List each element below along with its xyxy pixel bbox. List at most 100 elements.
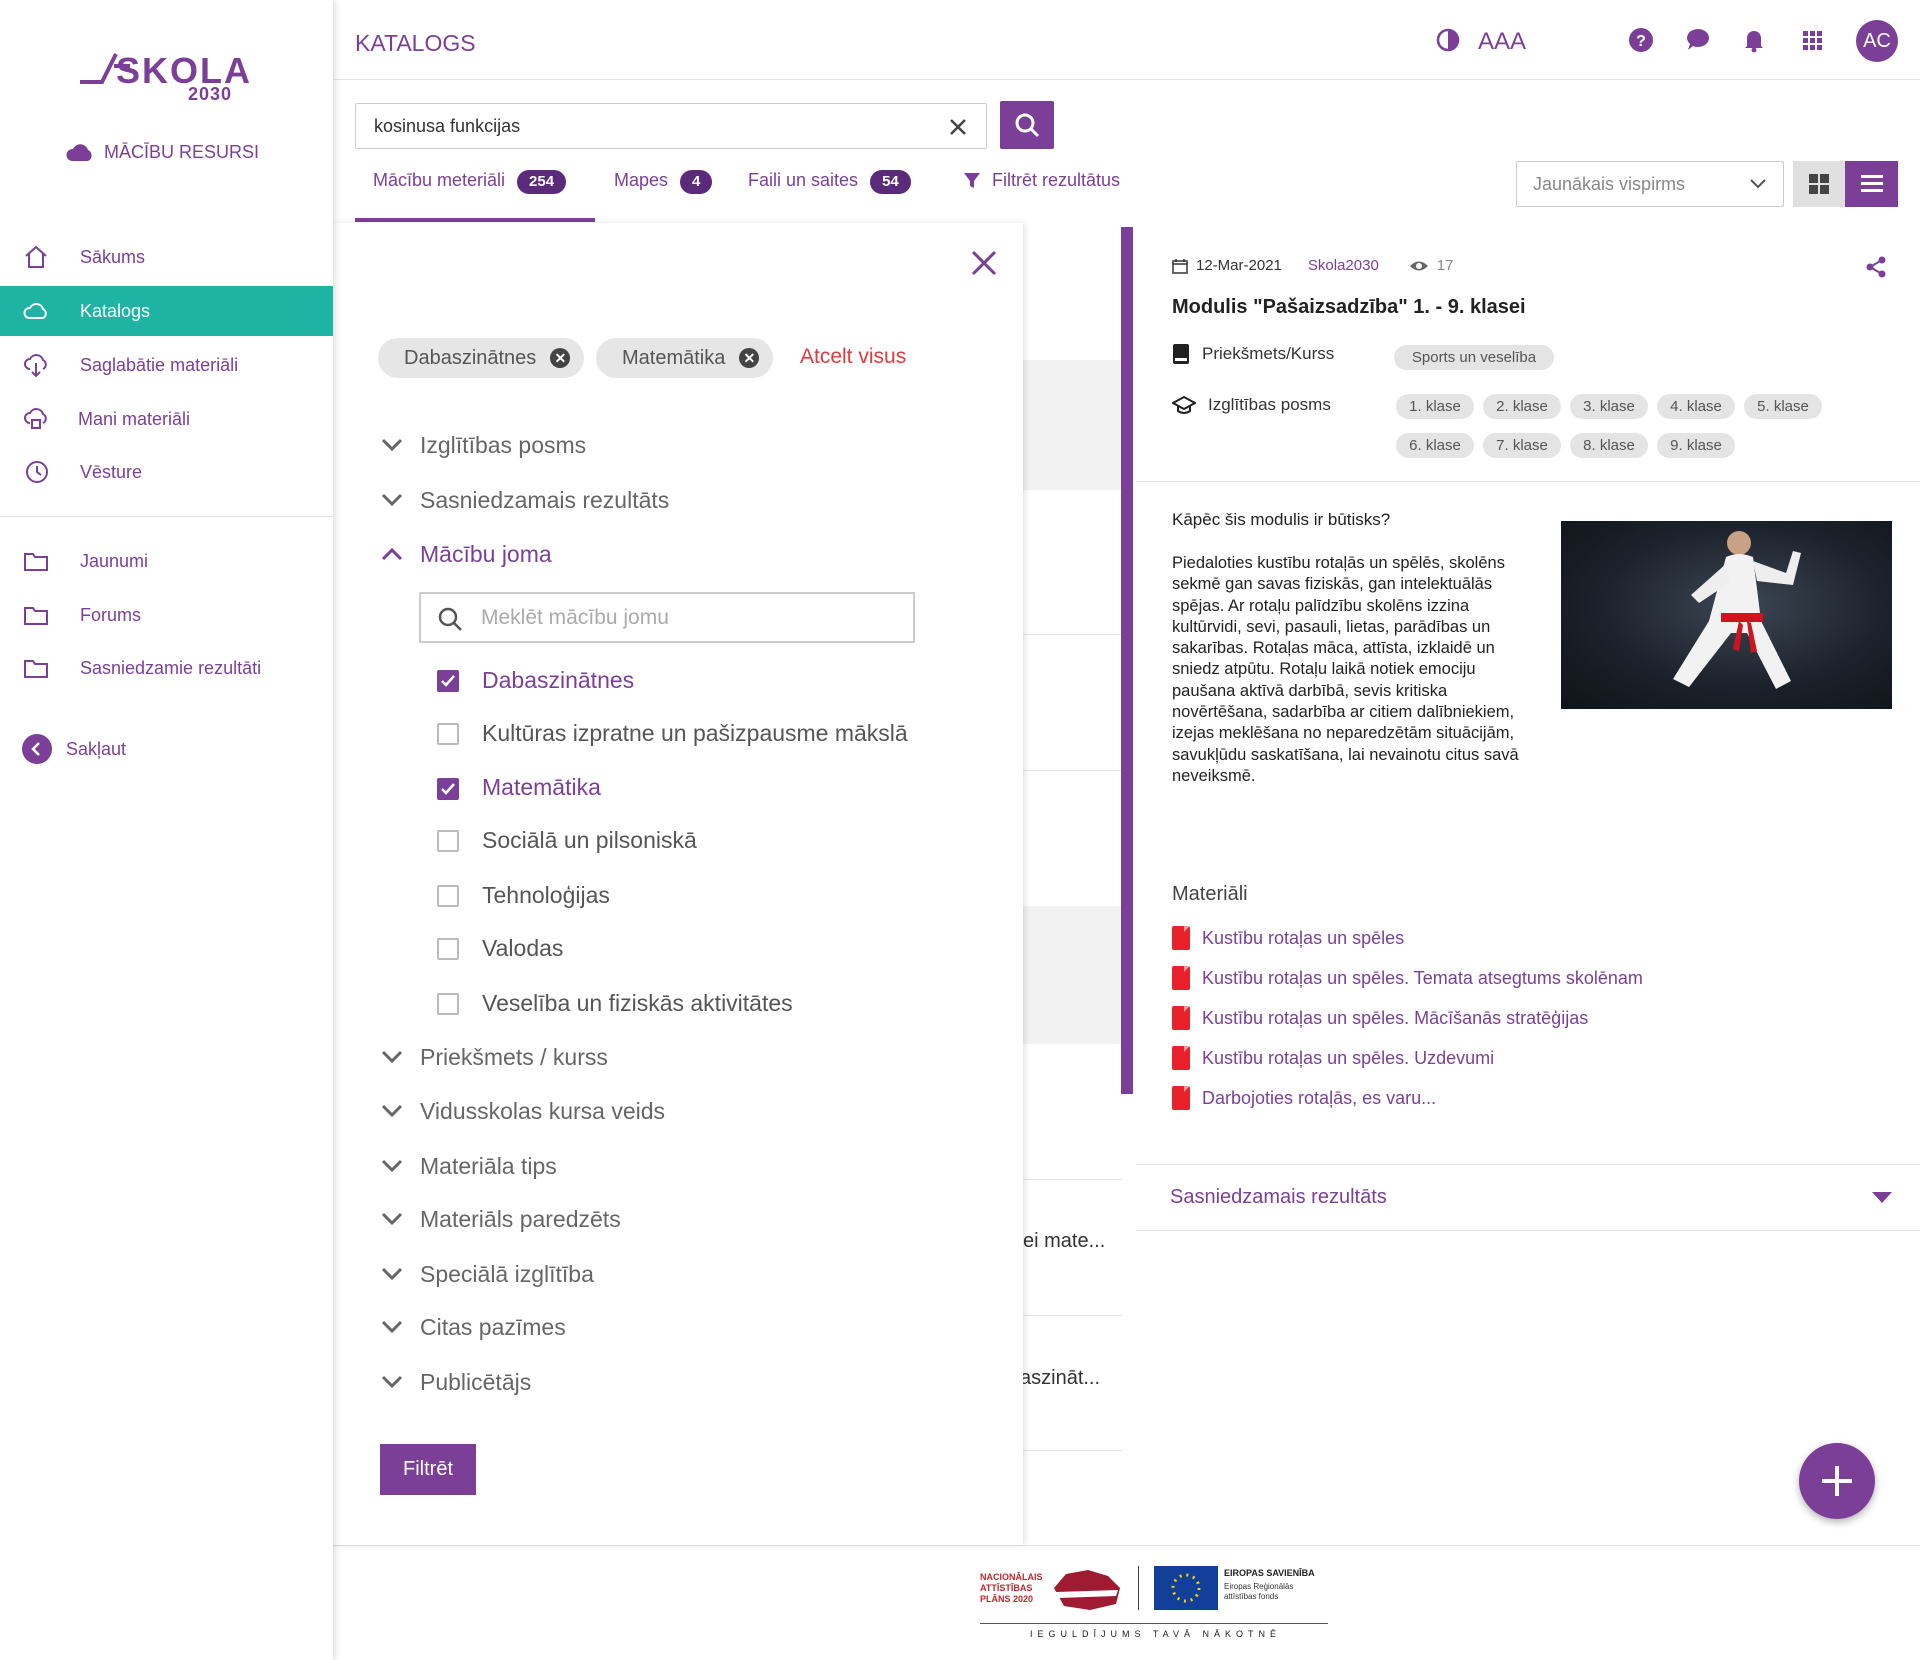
close-filter-icon[interactable] [971, 250, 997, 276]
filter-section-label: Materiāla tips [420, 1152, 557, 1179]
active-filter-chip[interactable]: Matemātika ✕ [596, 338, 774, 378]
eu-title: EIROPAS SAVIENĪBA [1224, 1568, 1315, 1578]
share-icon[interactable] [1864, 255, 1888, 279]
contrast-icon[interactable] [1433, 25, 1463, 55]
graduation-cap-icon [1172, 395, 1196, 414]
add-button[interactable] [1799, 1443, 1875, 1519]
level-pill[interactable]: 8. klase [1570, 433, 1648, 458]
detail-meta: 12-Mar-2021 Skola2030 17 [1172, 257, 1453, 274]
pdf-icon [1172, 1046, 1190, 1070]
active-filter-chip[interactable]: Dabaszinātnes ✕ [378, 338, 585, 378]
material-link[interactable]: Darbojoties rotaļās, es varu... [1172, 1084, 1436, 1112]
tab-macibu-materiali[interactable]: Mācību meteriāli 254 [373, 170, 567, 214]
font-size-button[interactable]: AAA [1478, 28, 1526, 56]
sidebar-divider [0, 516, 333, 517]
tab-mapes[interactable]: Mapes 4 [614, 170, 713, 214]
apps-grid-icon[interactable] [1797, 25, 1827, 55]
apply-filter-label: Filtrēt [403, 1458, 453, 1480]
grid-view-button[interactable] [1793, 161, 1845, 207]
sidebar-folder-label: Forums [80, 604, 142, 625]
filter-section-label: Vidusskolas kursa veids [420, 1097, 666, 1124]
sidebar-item-sakums[interactable]: Sākums [0, 232, 333, 282]
material-link-label: Kustību rotaļas un spēles [1202, 927, 1405, 948]
chevron-down-icon [381, 493, 403, 507]
material-link-label: Kustību rotaļas un spēles. Uzdevumi [1202, 1047, 1495, 1068]
footer-underline [980, 1623, 1328, 1624]
accordion-sasniedzamais[interactable]: Sasniedzamais rezultāts [1136, 1164, 1920, 1231]
remove-chip-icon[interactable]: ✕ [550, 348, 571, 368]
checkbox[interactable] [437, 885, 459, 907]
level-pill[interactable]: 3. klase [1570, 394, 1648, 419]
search-button[interactable] [1000, 101, 1054, 149]
filter-results-button[interactable]: Filtrēt rezultātus [962, 170, 1120, 214]
chat-icon[interactable] [1683, 25, 1713, 55]
level-pill[interactable]: 5. klase [1744, 394, 1822, 419]
logo[interactable]: SKOLA 2030 [74, 44, 254, 106]
filter-section-label: Citas pazīmes [420, 1313, 566, 1340]
checkbox[interactable] [437, 723, 459, 745]
level-pill[interactable]: 9. klase [1657, 433, 1735, 458]
sidebar-folder-sasniedzamie[interactable]: Sasniedzamie rezultāti [0, 643, 333, 693]
list-view-icon [1861, 175, 1883, 192]
material-link[interactable]: Kustību rotaļas un spēles. Temata atsegt… [1172, 964, 1643, 992]
sidebar-folder-jaunumi[interactable]: Jaunumi [0, 536, 333, 586]
filter-section-label: Mācību joma [420, 540, 552, 567]
filter-icon [964, 173, 980, 188]
detail-publisher[interactable]: Skola2030 [1308, 257, 1379, 274]
sidebar-folder-forums[interactable]: Forums [0, 590, 333, 640]
level-pill[interactable]: 6. klase [1396, 433, 1474, 458]
checkbox[interactable] [437, 830, 459, 852]
tab-count-badge: 54 [870, 170, 911, 194]
material-link[interactable]: Kustību rotaļas un spēles. Mācīšanās str… [1172, 1004, 1588, 1032]
level-pill[interactable]: 1. klase [1396, 394, 1474, 419]
checkbox[interactable] [437, 670, 459, 692]
bell-icon[interactable] [1739, 25, 1769, 55]
book-icon [1173, 344, 1189, 364]
level-pill[interactable]: 4. klase [1657, 394, 1735, 419]
filter-search-placeholder: Meklēt mācību jomu [481, 605, 669, 629]
cloud-lock-icon [24, 408, 47, 429]
sort-select[interactable]: Jaunākais vispirms [1516, 161, 1784, 207]
material-link[interactable]: Kustību rotaļas un spēles. Uzdevumi [1172, 1044, 1494, 1072]
checkbox[interactable] [437, 938, 459, 960]
collapse-button[interactable]: Sakļaut [22, 734, 126, 764]
clear-search-icon[interactable] [948, 117, 968, 137]
filter-section-label: Izglītības posms [420, 431, 587, 458]
collapse-label: Sakļaut [66, 738, 127, 759]
sidebar: SKOLA 2030 MĀCĪBU RESURSI Sākums Katalog… [0, 0, 333, 1660]
filter-search-input[interactable]: Meklēt mācību jomu [419, 592, 915, 643]
tab-faili-un-saites[interactable]: Faili un saites 54 [748, 170, 911, 214]
list-row-bg [1023, 906, 1123, 1044]
help-icon[interactable]: ? [1626, 25, 1656, 55]
check-icon [441, 675, 455, 687]
sidebar-item-label: Saglabātie materiāli [80, 354, 239, 375]
sidebar-item-vesture[interactable]: Vēsture [0, 447, 333, 497]
pdf-icon [1172, 926, 1190, 950]
cloud-download-icon [24, 354, 47, 378]
sidebar-item-label: Vēsture [80, 461, 143, 482]
sidebar-item-saglabatie[interactable]: Saglabātie materiāli [0, 340, 333, 390]
filter-option-label: Sociālā un pilsoniskā [482, 827, 697, 853]
sidebar-item-label: Mani materiāli [78, 408, 191, 429]
sidebar-item-mani[interactable]: Mani materiāli [0, 394, 333, 444]
checkbox[interactable] [437, 993, 459, 1015]
detail-image [1561, 521, 1892, 709]
apply-filter-button[interactable]: Filtrēt [380, 1444, 476, 1495]
sidebar-item-katalogs[interactable]: Katalogs [0, 286, 333, 336]
material-link[interactable]: Kustību rotaļas un spēles [1172, 924, 1404, 952]
avatar[interactable]: AC [1856, 20, 1898, 62]
level-pill[interactable]: 7. klase [1483, 433, 1561, 458]
tab-count-badge: 4 [680, 170, 713, 194]
clear-all-filters[interactable]: Atcelt visus [800, 345, 906, 369]
remove-chip-icon[interactable]: ✕ [739, 348, 760, 368]
home-icon [25, 245, 47, 268]
filter-results-label: Filtrēt rezultātus [992, 170, 1121, 190]
level-pill[interactable]: 2. klase [1483, 394, 1561, 419]
subject-pill[interactable]: Sports un veselība [1394, 345, 1554, 370]
checkbox[interactable] [437, 778, 459, 800]
list-view-button[interactable] [1845, 161, 1898, 207]
materials-heading: Materiāli [1172, 883, 1248, 905]
list-scroll-indicator[interactable] [1121, 227, 1133, 1094]
plus-icon [1822, 1466, 1852, 1496]
search-input[interactable]: kosinusa funkcijas [355, 103, 987, 149]
